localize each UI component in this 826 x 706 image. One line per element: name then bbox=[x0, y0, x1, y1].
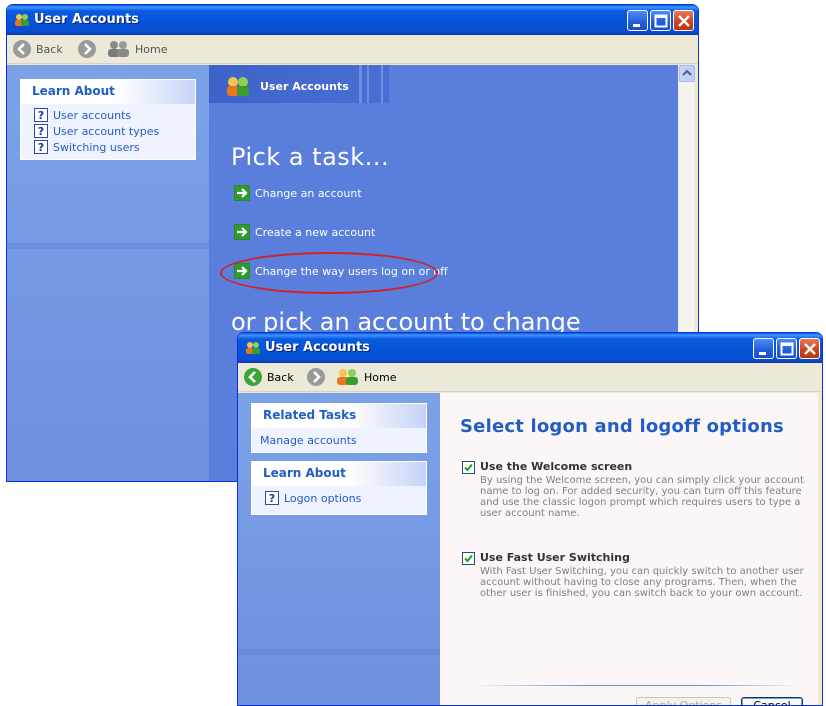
home-users-icon bbox=[337, 369, 358, 385]
learn-link-label: Switching users bbox=[53, 140, 140, 154]
forward-button[interactable] bbox=[77, 38, 97, 60]
learn-link-logon-options[interactable]: ? Logon options bbox=[252, 490, 426, 506]
option-description: By using the Welcome screen, you can sim… bbox=[480, 475, 804, 519]
user-accounts-window-front: User Accounts Back Home Related Tasks Ma… bbox=[237, 332, 823, 706]
navigation-toolbar: Back Home bbox=[7, 35, 698, 64]
user-accounts-icon bbox=[246, 342, 260, 354]
learn-link-label: User account types bbox=[53, 124, 160, 138]
option-label: Use the Welcome screen bbox=[480, 460, 633, 473]
learn-link-label: User accounts bbox=[53, 108, 132, 122]
help-icon: ? bbox=[34, 140, 48, 154]
minimize-button[interactable] bbox=[753, 338, 774, 359]
apply-options-button[interactable]: Apply Options bbox=[636, 697, 731, 705]
close-icon bbox=[678, 15, 690, 27]
svg-text:?: ? bbox=[38, 109, 44, 122]
maximize-button[interactable] bbox=[650, 10, 671, 31]
back-label: Back bbox=[36, 42, 63, 56]
forward-arrow-icon bbox=[78, 40, 96, 58]
task-label: Create a new account bbox=[255, 225, 376, 239]
scroll-up-button[interactable] bbox=[679, 65, 695, 82]
green-arrow-icon bbox=[234, 224, 250, 240]
back-label: Back bbox=[267, 370, 294, 384]
forward-button[interactable] bbox=[306, 366, 326, 388]
learn-about-box: Learn About ? Logon options bbox=[251, 461, 427, 515]
title-bar[interactable]: User Accounts bbox=[238, 333, 822, 363]
close-button[interactable] bbox=[673, 10, 694, 31]
home-users-icon bbox=[108, 41, 129, 57]
window-title: User Accounts bbox=[265, 340, 370, 355]
back-button[interactable]: Back bbox=[12, 38, 63, 60]
learn-link-switching-users[interactable]: ? Switching users bbox=[21, 139, 195, 155]
option-welcome-screen[interactable]: Use the Welcome screen bbox=[462, 460, 632, 474]
learn-about-box: Learn About ? User accounts ? User accou… bbox=[20, 79, 196, 160]
home-label: Home bbox=[364, 370, 397, 384]
user-accounts-icon bbox=[227, 77, 249, 96]
learn-link-user-accounts[interactable]: ? User accounts bbox=[21, 107, 195, 123]
pick-task-title: Pick a task... bbox=[231, 143, 390, 171]
user-accounts-icon bbox=[15, 14, 29, 26]
learn-about-heading: Learn About bbox=[21, 80, 195, 104]
minimize-icon bbox=[633, 24, 640, 27]
maximize-icon bbox=[654, 14, 668, 28]
svg-text:?: ? bbox=[38, 125, 44, 138]
related-link-manage-accounts[interactable]: Manage accounts bbox=[252, 432, 426, 448]
help-icon: ? bbox=[34, 124, 48, 138]
task-change-account[interactable]: Change an account bbox=[234, 185, 362, 201]
header-title: User Accounts bbox=[260, 80, 349, 93]
close-icon bbox=[804, 343, 816, 355]
related-tasks-box: Related Tasks Manage accounts bbox=[251, 403, 427, 453]
fast-user-switching-checkbox[interactable] bbox=[462, 552, 475, 565]
green-arrow-icon bbox=[234, 185, 250, 201]
navigation-toolbar: Back Home bbox=[238, 363, 822, 392]
home-label: Home bbox=[135, 42, 168, 56]
minimize-icon bbox=[759, 352, 766, 355]
home-button[interactable]: Home bbox=[336, 366, 396, 388]
maximize-icon bbox=[780, 342, 794, 356]
close-button[interactable] bbox=[799, 338, 820, 359]
maximize-button[interactable] bbox=[776, 338, 797, 359]
page-title: Select logon and logoff options bbox=[460, 416, 784, 437]
window-title: User Accounts bbox=[34, 12, 139, 27]
back-arrow-icon bbox=[244, 368, 262, 386]
highlight-oval bbox=[220, 252, 438, 294]
option-label: Use Fast User Switching bbox=[480, 551, 630, 564]
checkbox-checked-icon bbox=[464, 554, 473, 563]
back-arrow-icon bbox=[13, 40, 31, 58]
learn-link-user-account-types[interactable]: ? User account types bbox=[21, 123, 195, 139]
chevron-up-icon bbox=[682, 69, 692, 76]
help-icon: ? bbox=[265, 491, 279, 505]
svg-text:?: ? bbox=[269, 492, 275, 505]
welcome-screen-checkbox[interactable] bbox=[462, 461, 475, 474]
task-pane: Learn About ? User accounts ? User accou… bbox=[7, 65, 209, 481]
title-bar[interactable]: User Accounts bbox=[7, 5, 698, 35]
svg-text:?: ? bbox=[38, 141, 44, 154]
minimize-button[interactable] bbox=[627, 10, 648, 31]
cancel-button[interactable]: Cancel bbox=[741, 697, 803, 705]
related-link-label: Manage accounts bbox=[260, 433, 357, 447]
task-label: Change an account bbox=[255, 186, 362, 200]
task-pane: Related Tasks Manage accounts Learn Abou… bbox=[238, 393, 440, 705]
learn-about-heading: Learn About bbox=[252, 462, 426, 486]
main-content: Select logon and logoff options Use the … bbox=[440, 393, 818, 705]
related-tasks-heading: Related Tasks bbox=[252, 404, 426, 428]
learn-link-label: Logon options bbox=[284, 491, 362, 505]
back-button[interactable]: Back bbox=[243, 366, 294, 388]
forward-arrow-icon bbox=[307, 368, 325, 386]
checkbox-checked-icon bbox=[464, 463, 473, 472]
help-icon: ? bbox=[34, 108, 48, 122]
option-fast-user-switching[interactable]: Use Fast User Switching bbox=[462, 551, 630, 565]
header-stripes bbox=[359, 65, 383, 103]
task-create-account[interactable]: Create a new account bbox=[234, 224, 375, 240]
option-description: With Fast User Switching, you can quickl… bbox=[480, 566, 804, 599]
divider bbox=[470, 685, 800, 686]
home-button[interactable]: Home bbox=[107, 38, 167, 60]
